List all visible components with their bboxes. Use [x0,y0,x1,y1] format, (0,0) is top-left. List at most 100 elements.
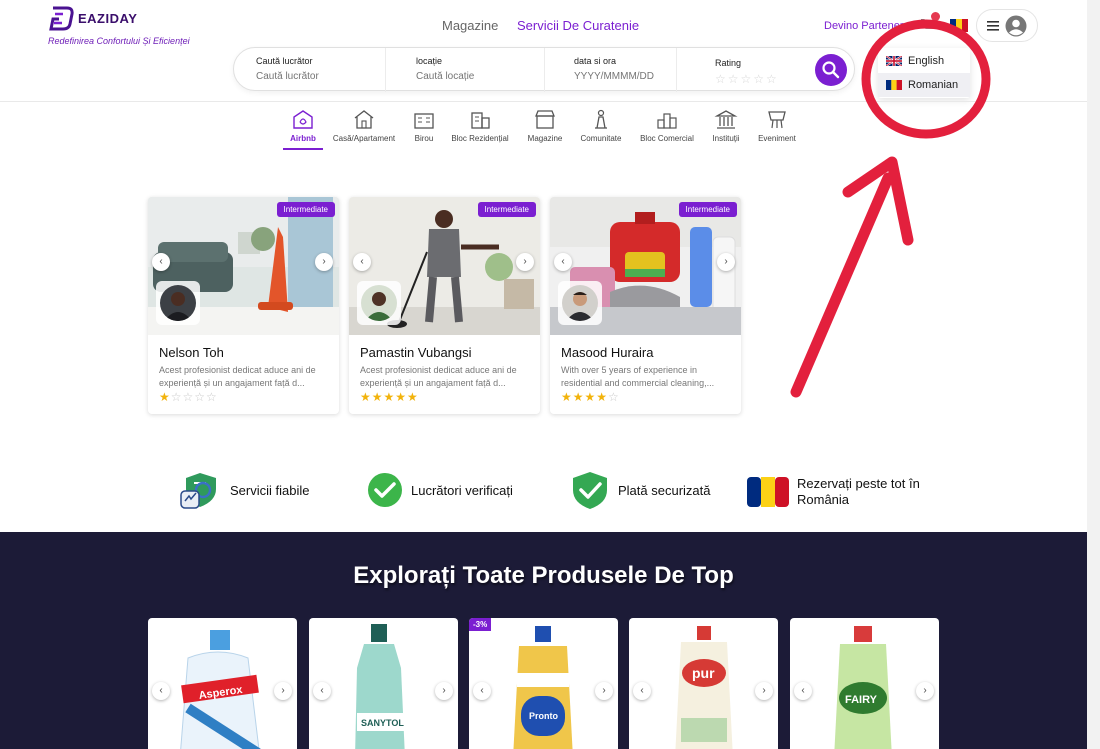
check-circle-icon [368,473,402,507]
product-card[interactable]: Asperox ‹ › [148,618,297,749]
worker-description: With over 5 years of experience in resid… [561,365,715,388]
feature-romania: Rezervați peste tot în România [747,472,937,512]
next-arrow-button[interactable]: › [274,682,292,700]
active-category-underline [283,148,323,150]
feature-secure-payment: Plată securizată [570,470,711,510]
worker-description: Acest profesionist dedicat aduce ani de … [360,365,517,388]
worker-avatar [156,281,200,325]
house-icon [354,110,374,129]
category-eveniment[interactable]: Eveniment [737,108,817,143]
institution-icon [714,110,738,129]
worker-search-input[interactable] [256,71,376,82]
worker-rating: ★★★★☆ [561,390,620,404]
prev-arrow-button[interactable]: ‹ [152,253,170,271]
search-field-label: Rating [715,58,742,68]
next-arrow-button[interactable]: › [595,682,613,700]
prev-arrow-button[interactable]: ‹ [353,253,371,271]
product-card[interactable]: pur ‹ › [629,618,778,749]
next-arrow-button[interactable]: › [315,253,333,271]
rating-stars-input[interactable]: ☆☆☆☆☆ [715,72,806,86]
product-brand: Pronto [529,711,558,721]
search-field-worker[interactable]: Caută lucrător [256,48,406,92]
shield-check-icon [573,472,607,509]
search-field-label: locație [416,56,443,66]
romania-flag-icon [747,477,789,507]
nav-magazine[interactable]: Magazine [442,18,498,33]
search-button[interactable] [815,54,847,86]
tagline: Redefinirea Confortului Și Eficienței [48,36,190,46]
product-image: Pronto [513,626,573,749]
feature-label: Servicii fiabile [230,482,310,498]
search-field-label: data si ora [574,56,617,66]
product-image: pur [675,626,733,749]
search-bar: Caută lucrător locație data si ora Ratin… [233,47,855,92]
worker-avatar [357,281,401,325]
product-image: SANYTOL [355,624,405,749]
product-card[interactable]: Pronto -3% ‹ › [469,618,618,749]
search-field-rating[interactable]: Rating ☆☆☆☆☆ [676,48,806,92]
product-brand: pur [692,665,715,681]
worker-name[interactable]: Nelson Toh [159,345,224,360]
page-scrollbar[interactable] [1087,0,1100,749]
location-input[interactable] [416,71,536,82]
prev-arrow-button[interactable]: ‹ [152,682,170,700]
feature-verified: Lucrători verificați [367,470,513,510]
worker-card[interactable]: Intermediate ‹ › Masood Huraira With ove… [550,197,741,414]
products-section-title: Explorați Toate Produsele De Top [353,562,734,589]
logo-mark-icon[interactable] [48,5,74,31]
product-brand: FAIRY [845,694,878,706]
category-label: Eveniment [758,134,796,143]
prev-arrow-button[interactable]: ‹ [473,682,491,700]
prev-arrow-button[interactable]: ‹ [313,682,331,700]
residential-block-icon [471,112,490,129]
worker-name[interactable]: Pamastin Vubangsi [360,345,472,360]
annotation-circle [861,19,991,139]
feature-label: Plată securizată [618,482,711,498]
feature-label: Lucrători verificați [411,482,513,498]
avatar-photo [361,285,397,321]
product-card[interactable]: FAIRY ‹ › [790,618,939,749]
airbnb-icon [293,110,313,129]
search-field-label: Caută lucrător [256,56,313,66]
user-avatar-icon[interactable] [1005,15,1027,37]
worker-description: Acest profesionist dedicat aduce ani de … [159,365,316,388]
nav-servicii-curatenie[interactable]: Servicii De Curatenie [517,18,639,33]
product-brand: SANYTOL [361,718,404,728]
worker-rating: ★★★★★ [360,390,419,404]
level-badge: Intermediate [678,202,737,217]
level-badge: Intermediate [477,202,536,217]
worker-avatar [558,281,602,325]
product-image: Asperox [180,630,261,749]
avatar-photo [160,285,196,321]
worker-card[interactable]: Intermediate ‹ › Nelson Toh Acest profes… [148,197,339,414]
next-arrow-button[interactable]: › [916,682,934,700]
next-arrow-button[interactable]: › [717,253,735,271]
search-field-date[interactable]: data si ora [544,48,694,92]
search-icon [822,61,840,79]
prev-arrow-button[interactable]: ‹ [794,682,812,700]
next-arrow-button[interactable]: › [516,253,534,271]
worker-card[interactable]: Intermediate ‹ › Pamastin Vubangsi Acest… [349,197,540,414]
office-icon [414,113,434,129]
logo-text[interactable]: EAZIDAY [78,11,137,26]
worker-rating: ★☆☆☆☆ [159,390,218,404]
level-badge: Intermediate [276,202,335,217]
feature-label: Rezervați peste tot în România [797,476,920,507]
product-card[interactable]: SANYTOL ‹ › [309,618,458,749]
event-icon [768,111,786,129]
prev-arrow-button[interactable]: ‹ [554,253,572,271]
store-icon [535,110,555,129]
avatar-photo [562,285,598,321]
commercial-block-icon [657,113,677,129]
shield-thumbs-up-icon [180,473,216,509]
worker-name[interactable]: Masood Huraira [561,345,654,360]
community-icon [595,109,607,129]
annotation-arrow [790,156,914,398]
feature-reliable: Servicii fiabile [180,470,309,510]
product-image: FAIRY [834,626,892,749]
search-field-location[interactable]: locație [385,48,545,92]
next-arrow-button[interactable]: › [435,682,453,700]
prev-arrow-button[interactable]: ‹ [633,682,651,700]
next-arrow-button[interactable]: › [755,682,773,700]
discount-badge: -3% [469,618,492,631]
